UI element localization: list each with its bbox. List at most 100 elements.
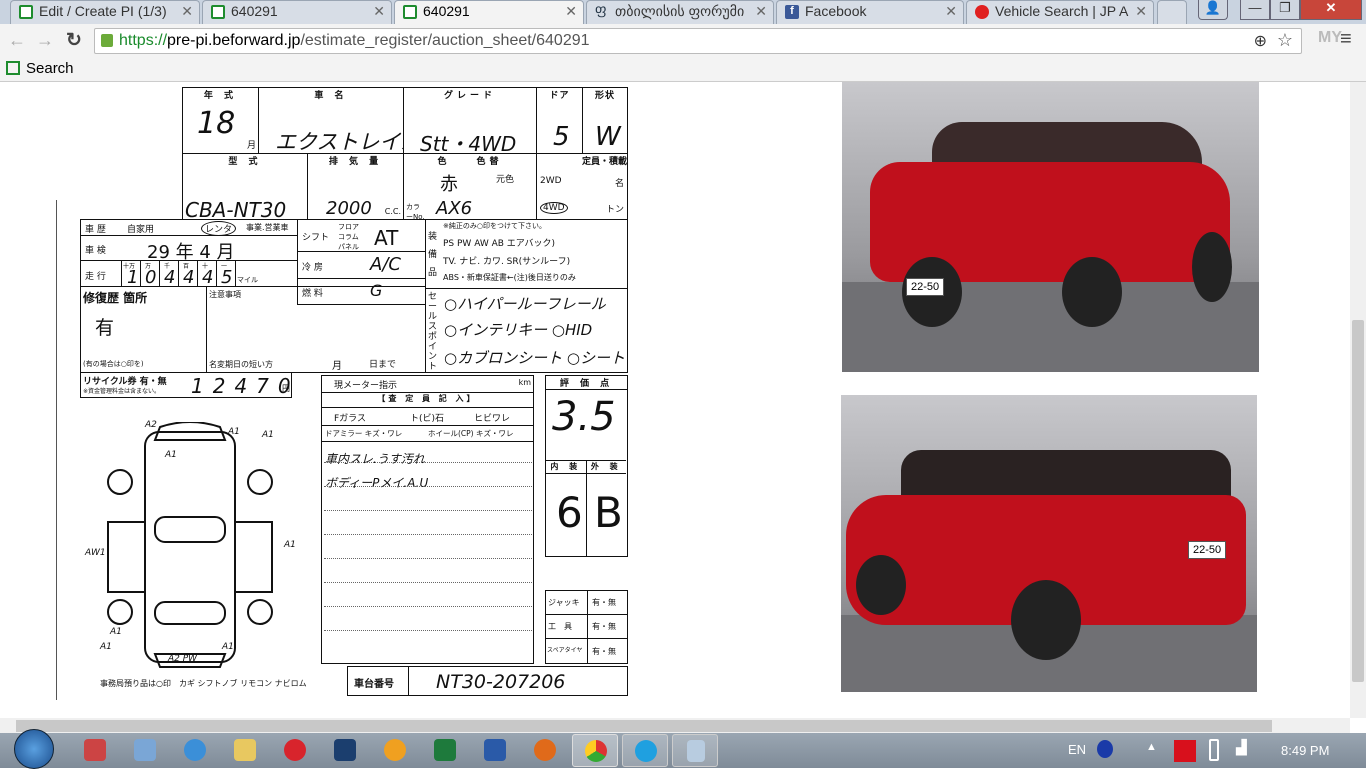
file-explorer-icon[interactable] <box>234 739 256 761</box>
app-icon[interactable] <box>84 739 106 761</box>
layout-element <box>856 555 906 615</box>
tab-640291[interactable]: 640291 ✕ <box>202 0 392 24</box>
opera-icon[interactable] <box>284 739 306 761</box>
tab-title: თბილისის ფორუმი <box>615 3 745 19</box>
tab-vehicle-search[interactable]: Vehicle Search | JP A ✕ <box>966 0 1154 24</box>
battery-icon[interactable] <box>1209 739 1219 761</box>
zoom-icon[interactable]: ⊕ <box>1254 31 1267 51</box>
profile-icon[interactable]: 👤 <box>1198 0 1228 20</box>
layout-element: 一5 <box>216 261 235 286</box>
chrome-icon <box>585 740 607 762</box>
chassis-number-cell: 車台番号 NT30-207206 <box>347 666 628 696</box>
reload-button[interactable]: ↻ <box>66 29 82 52</box>
forward-button[interactable]: → <box>36 30 54 51</box>
close-tab-icon[interactable]: ✕ <box>565 3 577 20</box>
start-button[interactable] <box>14 729 54 769</box>
layout-element: 工 具有・無 <box>546 615 627 639</box>
tab-edit-create-pi[interactable]: Edit / Create PI (1/3) ✕ <box>10 0 200 24</box>
layout-element <box>107 422 273 668</box>
layout-element <box>154 601 226 625</box>
bookmark-search[interactable]: Search <box>6 60 74 77</box>
restore-button[interactable]: ❐ <box>1270 0 1300 20</box>
bookmark-star-icon[interactable]: ☆ <box>1277 30 1293 51</box>
excel-icon[interactable] <box>434 739 456 761</box>
text-label: ジャッキ <box>546 591 588 614</box>
layout-element: 十4 <box>197 261 216 286</box>
text-label: ※資金管理料金は含まない。 <box>83 388 161 395</box>
car-front-photo[interactable]: 22-50 <box>842 82 1259 372</box>
text-label: (有の場合は○印を) <box>83 360 144 368</box>
sales-point-cell: セールスポイント ○ハイパールーフレール ○インテリキー ○HID ○カブロンシート … <box>425 288 628 373</box>
shaken-cell: 車 検 29 年 4 月 <box>80 235 298 261</box>
page-content: 年 式 18 月 車 名エクストレイル グレード Stt・4WD ドア 5 形状 W 型 … <box>0 82 1350 718</box>
sales-point: ○カブロンシート ○シートヒーター <box>444 349 627 367</box>
layout-element <box>586 474 587 556</box>
skype-icon <box>635 740 657 762</box>
text-label: ABS・新車保証書←(注)後日送りのみ <box>443 273 576 282</box>
mileage-cell: 走 行 十万 1 万0 千4 百4 十4 一5 マイル <box>80 260 298 287</box>
app-icon[interactable] <box>384 739 406 761</box>
new-tab-button[interactable] <box>1157 0 1187 24</box>
text-label: 元色 <box>496 175 515 185</box>
vertical-scrollbar[interactable] <box>1350 82 1366 718</box>
close-tab-icon[interactable]: ✕ <box>755 3 767 20</box>
layout-element: 千4 <box>159 261 178 286</box>
help-icon[interactable] <box>1097 740 1113 758</box>
language-indicator[interactable]: EN <box>1068 742 1086 757</box>
scroll-thumb[interactable] <box>16 720 1272 732</box>
text-label: 評 価 点 <box>546 376 627 390</box>
minimize-button[interactable]: — <box>1240 0 1270 20</box>
tab-640291-active[interactable]: 640291 ✕ <box>394 0 584 24</box>
antivirus-icon[interactable] <box>1174 740 1196 762</box>
skype-taskbar-button[interactable] <box>622 734 668 767</box>
close-tab-icon[interactable]: ✕ <box>1135 3 1147 20</box>
layout-element <box>234 521 273 593</box>
back-button[interactable]: ← <box>8 30 26 51</box>
text-label: 円 <box>282 384 290 393</box>
my-extension-icon[interactable]: MY <box>1318 29 1342 47</box>
layout-element: 十万 1 万0 千4 百4 十4 一5 マイル <box>121 261 259 286</box>
repair-history-cell: 修復歴 箇所有 (有の場合は○印を) <box>80 286 207 373</box>
layout-element <box>247 469 273 495</box>
color-cell: 色 色替赤 元色 カラーNo. AX6 <box>403 153 537 220</box>
damage-mark: A1 <box>284 540 296 550</box>
tab-facebook[interactable]: f Facebook ✕ <box>776 0 964 24</box>
firefox-icon[interactable] <box>534 739 556 761</box>
horizontal-scrollbar[interactable] <box>0 718 1350 734</box>
interior-score: 6 <box>556 488 583 537</box>
damage-mark: A1 <box>165 450 177 460</box>
network-icon[interactable]: ▟ <box>1236 739 1247 756</box>
year-value: 18 <box>197 106 236 141</box>
scroll-thumb[interactable] <box>1352 320 1364 682</box>
close-tab-icon[interactable]: ✕ <box>945 3 957 20</box>
tab-title: 640291 <box>423 3 470 19</box>
close-tab-icon[interactable]: ✕ <box>373 3 385 20</box>
ac-cell: 冷 房 A/C <box>297 251 426 279</box>
displacement-cell: 排 気 量 2000 C.C. <box>307 153 404 220</box>
address-bar[interactable]: https://pre-pi.beforward.jp/estimate_reg… <box>94 28 1302 54</box>
layout-element: スペアタイヤ 有・無 <box>546 639 627 663</box>
damage-mark: AW1 <box>85 548 106 558</box>
text-label: 外 装 <box>590 462 622 471</box>
word-icon[interactable] <box>484 739 506 761</box>
close-window-button[interactable]: ✕ <box>1300 0 1362 20</box>
clock[interactable]: 8:49 PM <box>1281 743 1329 758</box>
car-rear-photo[interactable]: 22-50 <box>841 395 1257 692</box>
calculator-taskbar-button[interactable] <box>672 734 718 767</box>
caution-cell: 注意事項 名変期日の短い方 月 日まで <box>206 286 426 373</box>
media-player-icon[interactable] <box>134 739 156 761</box>
text-label: 現メーター指示 <box>334 381 398 391</box>
shaken-value: 29 年 4 月 <box>147 242 235 261</box>
tab-georgian-forum[interactable]: ფ თბილისის ფორუმი ✕ <box>586 0 774 24</box>
text-label: PS PW AW AB エアバック) <box>443 239 555 249</box>
grade-value: Stt・4WD <box>420 132 517 154</box>
shape-cell: 形状 W <box>582 87 628 154</box>
show-hidden-icons[interactable]: ▲ <box>1146 741 1157 753</box>
chrome-taskbar-button[interactable] <box>572 734 618 767</box>
text-label: 装備品 <box>428 232 438 278</box>
internet-explorer-icon[interactable] <box>184 739 206 761</box>
menu-icon[interactable]: ≡ <box>1340 28 1352 51</box>
photoshop-icon[interactable] <box>334 739 356 761</box>
exterior-score: B <box>594 488 623 537</box>
close-tab-icon[interactable]: ✕ <box>181 3 193 20</box>
